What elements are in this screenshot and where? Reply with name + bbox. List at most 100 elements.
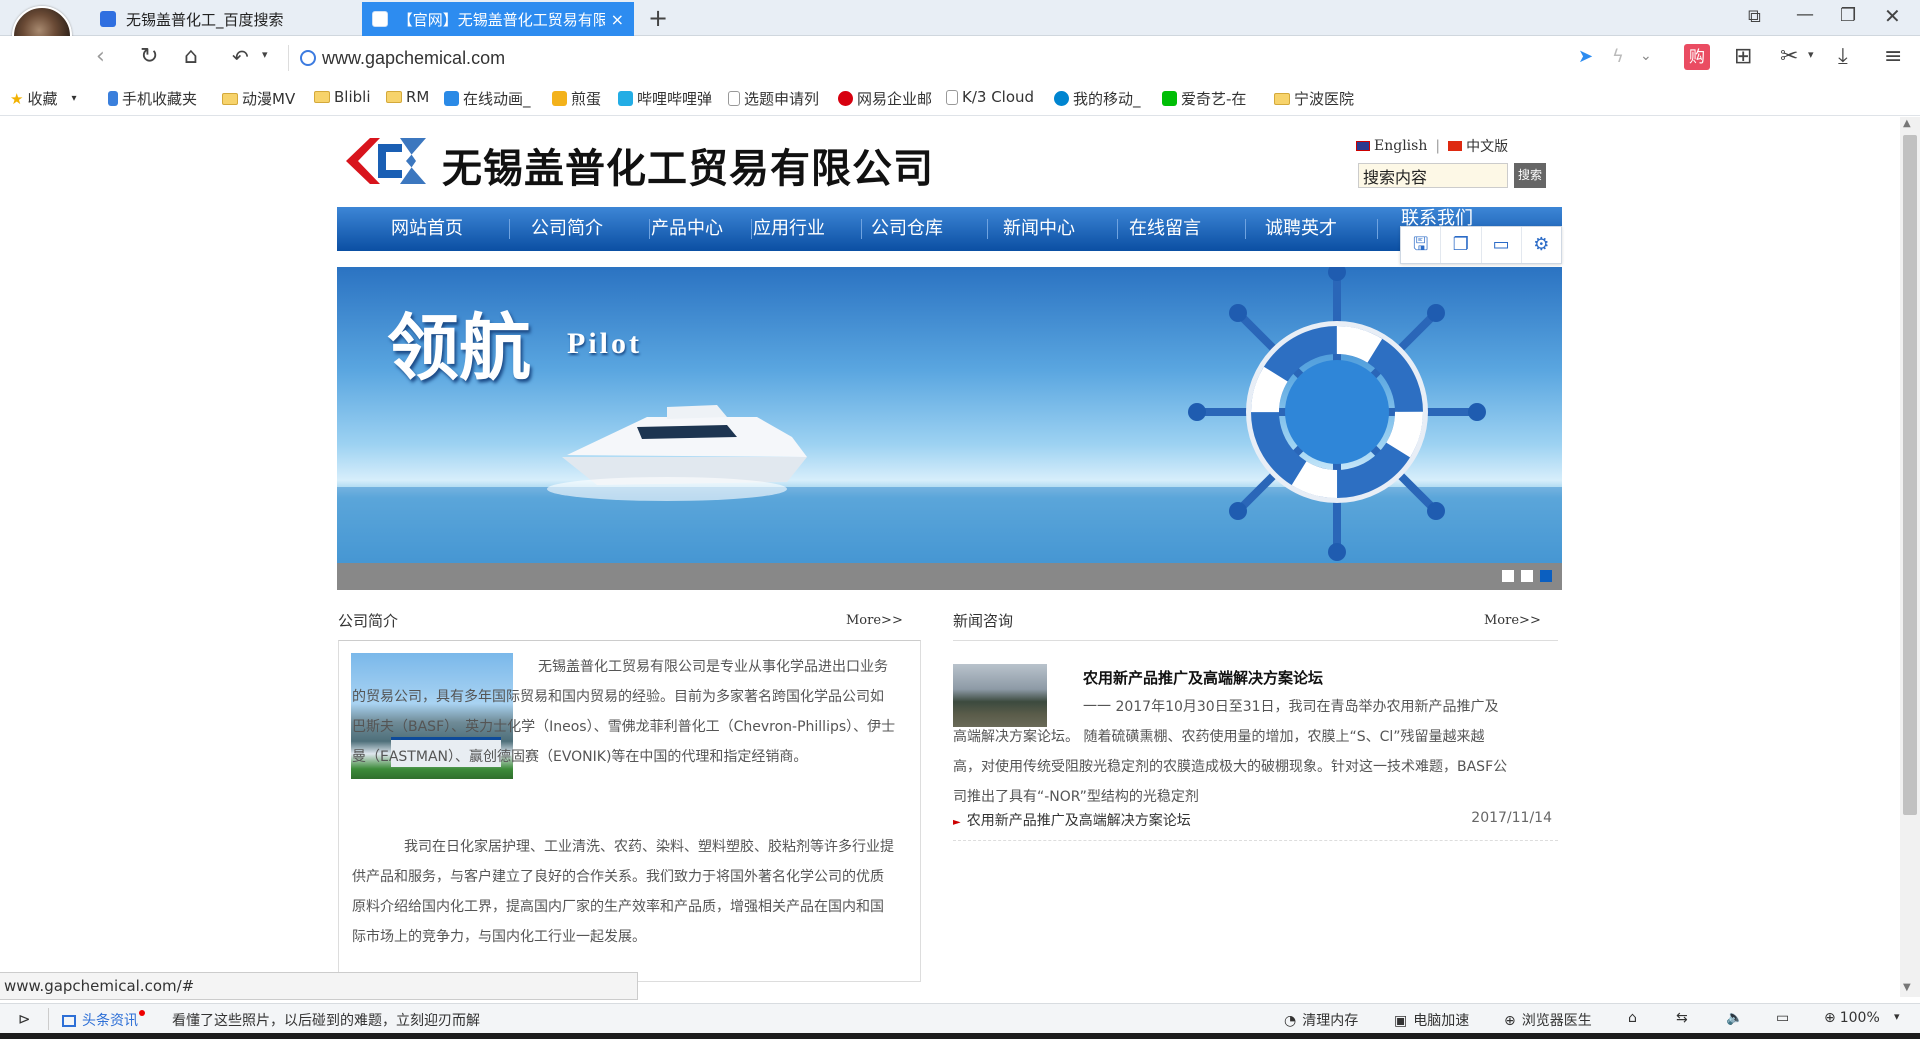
new-tab-icon[interactable]: + [648, 4, 668, 32]
news-feed-button[interactable]: 头条资讯 [62, 1010, 145, 1030]
url-input[interactable] [322, 44, 1222, 72]
clean-memory-button[interactable]: ◔ 清理内存 [1284, 1010, 1358, 1030]
tab-baidu-search[interactable]: 无锡盖普化工_百度搜索 [90, 2, 360, 36]
copy-image-icon[interactable]: ❐ [1441, 227, 1482, 263]
rocket-icon[interactable]: ➤ [1578, 46, 1593, 67]
bookmark-anime-mv[interactable]: 动漫MV [222, 88, 295, 109]
bookmark-label: 选题申请列 [744, 90, 820, 108]
chevron-down-icon[interactable]: ⌄ [1640, 48, 1652, 64]
status-bar: ⊳ 头条资讯 看懂了这些照片，以后碰到的难题，立刻迎刃而解 ◔ 清理内存 ▣ 电脑加… [0, 1003, 1920, 1033]
screen-icon[interactable]: ▭ [1776, 1010, 1789, 1026]
nav-news[interactable]: 新闻中心 [979, 207, 1099, 251]
scrollbar-thumb[interactable] [1903, 135, 1917, 815]
maximize-icon[interactable]: ❐ [1840, 5, 1856, 26]
scroll-down-icon[interactable]: ▼ [1903, 982, 1911, 993]
folder-icon [1274, 92, 1290, 105]
bookmark-favorites[interactable]: ★ 收藏 ▾ [10, 88, 77, 109]
news-list-divider [953, 840, 1558, 841]
home-icon[interactable]: ⌂ [184, 44, 198, 69]
nav-messages[interactable]: 在线留言 [1105, 207, 1225, 251]
page-icon [946, 89, 958, 105]
settings-gear-icon[interactable]: ⚙ [1522, 227, 1561, 263]
bookmark-my-mobile[interactable]: 我的移动_ [1054, 88, 1141, 109]
news-headline[interactable]: 农用新产品推广及高端解决方案论坛 [1083, 667, 1323, 688]
ship-wheel-icon [1188, 267, 1486, 561]
company-logo[interactable] [340, 130, 432, 192]
download-icon[interactable]: ⤓ [1838, 44, 1848, 69]
zoom-dropdown-icon[interactable]: ▾ [1894, 1010, 1900, 1023]
lang-chinese-link[interactable]: 中文版 [1466, 136, 1508, 156]
nav-warehouse[interactable]: 公司仓库 [847, 207, 967, 251]
bookmark-rm[interactable]: RM [386, 88, 429, 106]
shopping-icon[interactable]: 购 [1684, 44, 1710, 70]
bookmark-blibli[interactable]: Blibli [314, 88, 370, 106]
site-search-button[interactable]: 搜索 [1514, 163, 1546, 188]
menu-icon[interactable]: ≡ [1884, 44, 1902, 69]
view-image-icon[interactable]: ▭ [1482, 227, 1522, 263]
back-icon[interactable]: ‹ [96, 44, 105, 69]
bookmark-topic-apply[interactable]: 选题申请列 [728, 88, 819, 109]
scissors-dropdown-icon[interactable]: ▾ [1808, 48, 1814, 61]
news-more-link[interactable]: More>> [1484, 613, 1541, 628]
bookmark-ningbo-hospital[interactable]: 宁波医院 [1274, 88, 1354, 109]
bookmark-label: 煎蛋 [571, 90, 602, 108]
bookmark-bilibili[interactable]: 哔哩哔哩弹 [618, 88, 712, 109]
secure-shield-icon[interactable] [300, 50, 316, 66]
bookmark-label: 网易企业邮 [857, 90, 933, 108]
undo-dropdown-icon[interactable]: ▾ [262, 48, 268, 61]
tab-gapchemical[interactable]: 【官网】无锡盖普化工贸易有限 × [362, 2, 634, 36]
close-window-icon[interactable]: ✕ [1884, 4, 1901, 28]
about-more-link[interactable]: More>> [846, 613, 903, 628]
bookmark-netease-mail[interactable]: 网易企业邮 [838, 88, 932, 109]
bookmark-online-anime[interactable]: 在线动画_ [444, 88, 531, 109]
news-list-item[interactable]: ► 农用新产品推广及高端解决方案论坛 2017/11/14 [953, 810, 1558, 830]
scroll-up-icon[interactable]: ▲ [1903, 118, 1911, 129]
iqiyi-icon [1162, 91, 1177, 106]
pc-speedup-button[interactable]: ▣ 电脑加速 [1394, 1010, 1469, 1030]
nav-about[interactable]: 公司简介 [507, 207, 627, 251]
chevron-down-icon[interactable]: ▾ [71, 93, 76, 104]
browser-doctor-button[interactable]: ⊕ 浏览器医生 [1504, 1010, 1592, 1030]
site-search-input[interactable] [1358, 163, 1508, 188]
close-tab-icon[interactable]: × [611, 10, 624, 29]
bookmark-iqiyi[interactable]: 爱奇艺-在 [1162, 88, 1246, 109]
news-section-title: 新闻咨询 [953, 612, 1014, 630]
slide-dot-3-active[interactable] [1540, 570, 1552, 582]
minimize-icon[interactable]: — [1796, 4, 1814, 25]
reload-icon[interactable]: ↻ [140, 44, 158, 69]
gift-icon[interactable]: ⧉ [1748, 6, 1761, 27]
volume-icon[interactable]: 🔈 [1726, 1010, 1743, 1026]
zoom-icon: ⊕ [1824, 1010, 1836, 1026]
bookmark-jandan[interactable]: 煎蛋 [552, 88, 601, 109]
bandwidth-icon[interactable]: ⇆ [1676, 1010, 1688, 1026]
bookmark-mobile[interactable]: 手机收藏夹 [108, 88, 197, 109]
news-ticker[interactable]: 看懂了这些照片，以后碰到的难题，立刻迎刃而解 [172, 1010, 480, 1030]
news-feed-label: 头条资讯 [82, 1013, 138, 1029]
bookmark-label: 我的移动_ [1073, 90, 1141, 108]
bookmark-label: 收藏 [27, 90, 58, 108]
company-name: 无锡盖普化工贸易有限公司 [442, 146, 934, 192]
cleaner-icon[interactable]: ⌂ [1628, 1010, 1637, 1026]
save-image-icon[interactable]: 🖫 [1401, 227, 1442, 263]
undo-icon[interactable]: ↶ [232, 45, 249, 69]
lang-english-link[interactable]: English [1374, 138, 1427, 154]
apps-grid-icon[interactable]: ⊞ [1734, 44, 1752, 69]
monitor-icon: ▣ [1394, 1013, 1408, 1029]
about-paragraph-1: 无锡盖普化工贸易有限公司是专业从事化学品进出口业务的贸易公司，具有多年国际贸易和… [352, 652, 897, 772]
slide-dot-1[interactable] [1502, 570, 1514, 582]
slide-dot-2[interactable] [1521, 570, 1533, 582]
divider: | [1435, 138, 1441, 154]
address-bar: ‹ ↻ ⌂ ↶ ▾ ➤ ϟ ⌄ 购 ⊞ ✂ ▾ ⤓ ≡ [0, 36, 1920, 80]
scissors-icon[interactable]: ✂ [1780, 44, 1798, 69]
bookmark-k3-cloud[interactable]: K/3 Cloud [946, 88, 1034, 106]
sidebar-toggle-icon[interactable]: ⊳ [18, 1010, 31, 1028]
zoom-control[interactable]: ⊕ 100% [1824, 1010, 1880, 1026]
bullet-arrow-icon: ► [953, 817, 961, 828]
hero-banner[interactable]: 领航 Pilot [337, 267, 1562, 563]
netease-icon [838, 91, 853, 106]
nav-careers[interactable]: 诚聘英才 [1241, 207, 1361, 251]
nav-home[interactable]: 网站首页 [367, 207, 487, 251]
bookmarks-bar: ★ 收藏 ▾ 手机收藏夹 动漫MV Blibli RM 在线动画_ 煎蛋 哔哩哔… [0, 80, 1920, 116]
nav-industries[interactable]: 应用行业 [729, 207, 849, 251]
lightning-icon[interactable]: ϟ [1612, 46, 1624, 67]
